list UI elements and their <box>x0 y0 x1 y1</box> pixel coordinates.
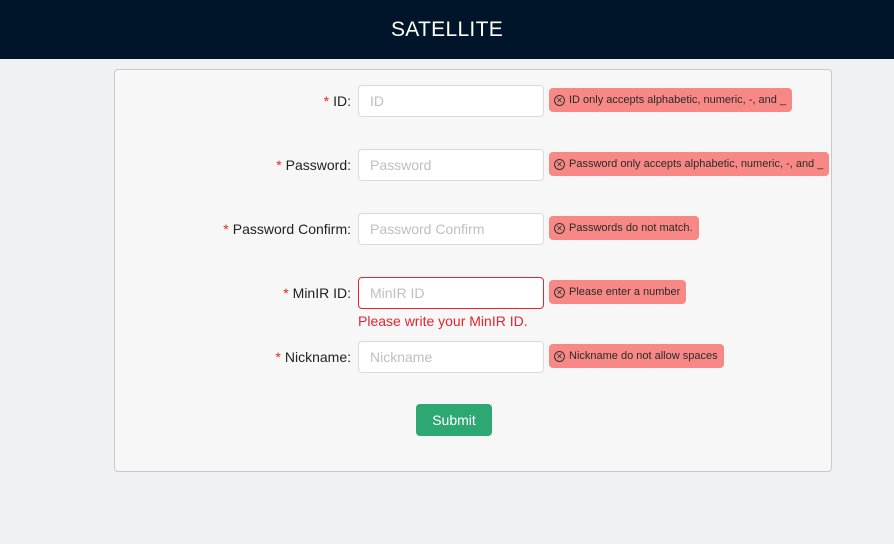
password-confirm-input[interactable] <box>358 213 544 245</box>
id-input[interactable] <box>358 85 544 117</box>
form-row-password-confirm: * Password Confirm: ✕ Passwords do not ma… <box>115 213 833 245</box>
form-row-password: * Password: ✕ Password only accepts alpha… <box>115 149 833 181</box>
password-confirm-label: * Password Confirm: <box>223 221 351 237</box>
minir-id-error-message: Please write your MinIR ID. <box>358 313 528 329</box>
form-row-id: *ID: ✕ ID only accepts alphabetic, numer… <box>115 85 833 117</box>
required-mark: * <box>323 93 330 109</box>
nickname-tooltip: ✕ Nickname do not allow spaces <box>549 344 724 368</box>
required-mark: * <box>275 349 281 365</box>
password-tooltip: ✕ Password only accepts alphabetic, nume… <box>549 152 830 176</box>
nickname-input[interactable] <box>358 341 544 373</box>
nickname-label: * Nickname: <box>275 349 351 365</box>
password-input[interactable] <box>358 149 544 181</box>
close-circle-icon: ✕ <box>554 158 565 170</box>
form-row-nickname: *Nickname: ✕ Nickname do not allow space… <box>115 341 833 373</box>
required-mark: * <box>283 285 289 301</box>
close-circle-icon: ✕ <box>554 222 565 234</box>
required-mark: * <box>223 221 229 237</box>
close-circle-icon: ✕ <box>554 94 565 106</box>
form-row-minir-id: *MinIR ID: ✕ Please enter a number Pleas… <box>115 277 833 329</box>
required-mark: * <box>276 157 282 173</box>
close-circle-icon: ✕ <box>554 286 565 298</box>
password-label: * Password: <box>276 157 351 173</box>
app-header: SATELLITE <box>0 0 894 59</box>
password-confirm-tooltip: ✕ Passwords do not match. <box>549 216 699 240</box>
app-title: SATELLITE <box>390 17 504 41</box>
close-circle-icon: ✕ <box>554 350 565 362</box>
minir-id-tooltip: ✕ Please enter a number <box>549 280 687 304</box>
submit-button[interactable]: Submit <box>416 404 492 436</box>
id-tooltip: ✕ ID only accepts alphabetic, numeric, -… <box>549 88 793 112</box>
minir-id-input[interactable] <box>358 277 544 309</box>
signup-form: *ID: ✕ ID only accepts alphabetic, numer… <box>114 69 832 472</box>
minir-id-label: * MinIR ID: <box>283 285 351 301</box>
id-label: * ID: <box>323 93 351 109</box>
